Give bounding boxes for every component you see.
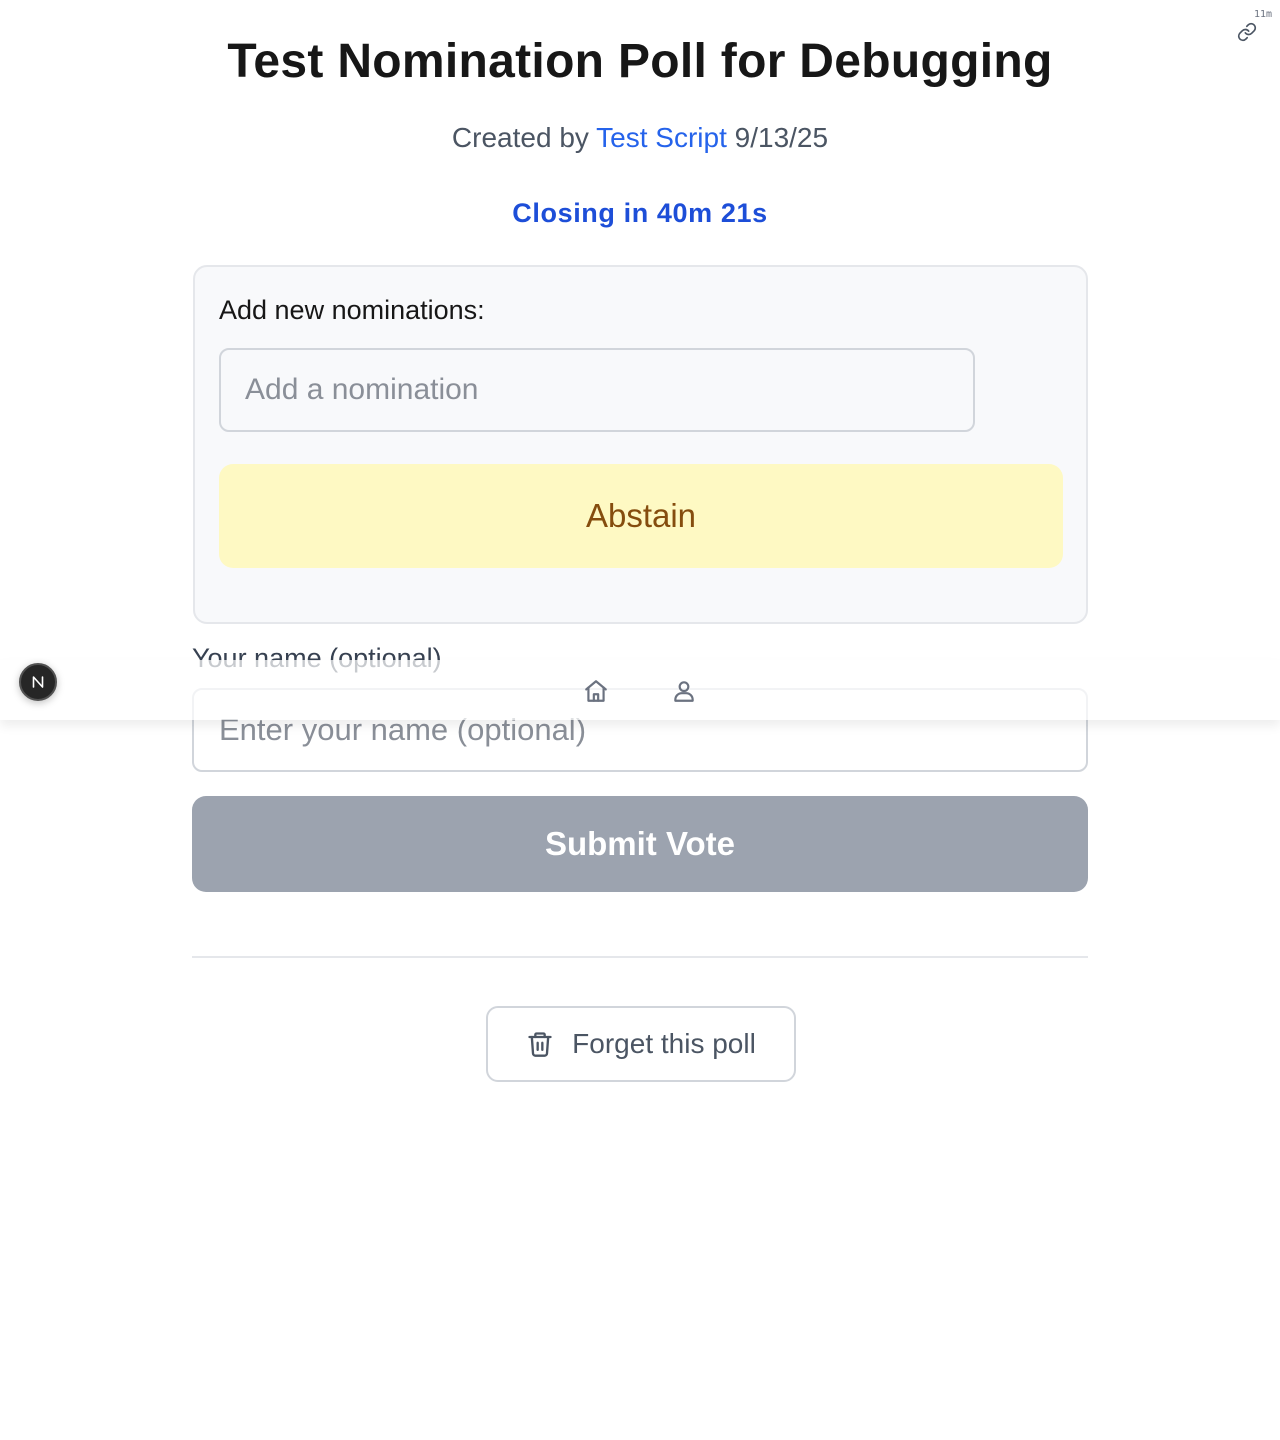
user-icon xyxy=(674,681,694,702)
created-by-line: Created by Test Script 9/13/25 xyxy=(0,122,1280,154)
bottom-nav-bar xyxy=(0,660,1280,720)
nav-profile-button[interactable] xyxy=(671,678,697,704)
n-logo-icon xyxy=(32,676,44,688)
section-divider xyxy=(192,956,1088,958)
submit-vote-button[interactable]: Submit Vote xyxy=(192,796,1088,892)
poll-title: Test Nomination Poll for Debugging xyxy=(227,35,1053,88)
nav-home-button[interactable] xyxy=(583,678,609,704)
created-by-prefix: Created by xyxy=(451,122,589,153)
forget-poll-button[interactable]: Forget this poll xyxy=(486,1006,796,1082)
dev-tools-badge[interactable] xyxy=(19,663,57,701)
author-link[interactable]: Test Script xyxy=(596,122,727,153)
trash-icon xyxy=(526,1030,554,1058)
nominations-heading: Add new nominations: xyxy=(219,295,485,325)
abstain-button[interactable]: Abstain xyxy=(219,464,1063,568)
created-date: 9/13/25 xyxy=(734,122,829,153)
closing-countdown: Closing in 40m 21s xyxy=(512,198,768,228)
nomination-input[interactable] xyxy=(219,348,975,432)
poll-age-label: 11m xyxy=(1253,9,1272,20)
nominations-card: Add new nominations: Abstain xyxy=(193,265,1088,624)
home-icon xyxy=(585,680,607,702)
poll-page: 11m Test Nomination Poll for Debugging C… xyxy=(0,0,1280,1440)
forget-poll-label: Forget this poll xyxy=(572,1028,756,1059)
